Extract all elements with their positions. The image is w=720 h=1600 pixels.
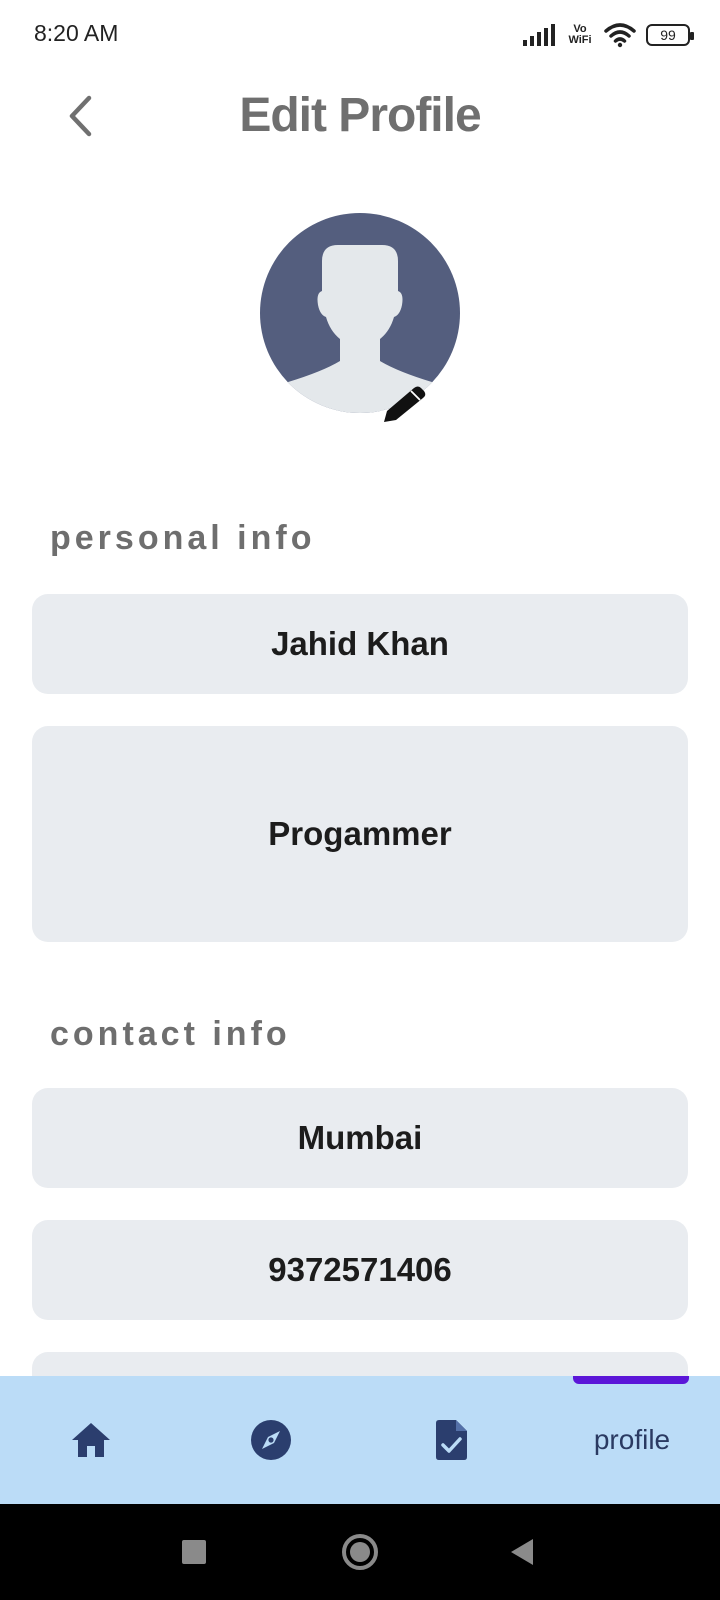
vowifi-line2: WiFi <box>568 34 592 46</box>
wifi-icon <box>604 23 636 48</box>
phone-field[interactable]: 9372571406 <box>32 1220 688 1320</box>
vowifi-indicator: Vo WiFi <box>566 24 594 46</box>
nav-explore[interactable] <box>216 1376 326 1504</box>
status-time: 8:20 AM <box>34 20 119 46</box>
name-field[interactable]: Jahid Khan <box>32 594 688 694</box>
personal-info-label: personal info <box>50 519 316 557</box>
pencil-icon <box>384 386 426 422</box>
nav-profile-label: profile <box>593 1424 671 1455</box>
nav-home[interactable] <box>36 1376 146 1504</box>
signal-icon <box>523 24 555 46</box>
home-system-button[interactable] <box>338 1530 382 1574</box>
home-icon <box>72 1423 110 1457</box>
circle-icon <box>342 1534 378 1570</box>
edit-avatar-button[interactable] <box>378 382 430 424</box>
back-system-button[interactable] <box>500 1530 544 1574</box>
recents-button[interactable] <box>172 1530 216 1574</box>
status-bar: 8:20 AM Vo WiFi 99 <box>0 0 720 70</box>
nav-tasks[interactable] <box>396 1376 506 1504</box>
compass-icon <box>251 1420 291 1460</box>
battery-indicator: 99 <box>646 24 694 46</box>
occupation-field[interactable]: Progammer <box>32 726 688 942</box>
square-icon <box>182 1540 206 1564</box>
nav-profile[interactable]: profile <box>576 1376 688 1504</box>
page-title: Edit Profile <box>239 89 481 142</box>
app-screen: 8:20 AM Vo WiFi 99 Edit Profile personal… <box>0 0 720 1600</box>
document-check-icon <box>436 1420 467 1460</box>
contact-info-label: contact info <box>50 1015 291 1053</box>
status-icons: Vo WiFi 99 <box>522 18 694 52</box>
avatar[interactable] <box>260 213 460 413</box>
city-field[interactable]: Mumbai <box>32 1088 688 1188</box>
triangle-back-icon <box>511 1539 533 1565</box>
default-person-icon <box>270 245 450 413</box>
